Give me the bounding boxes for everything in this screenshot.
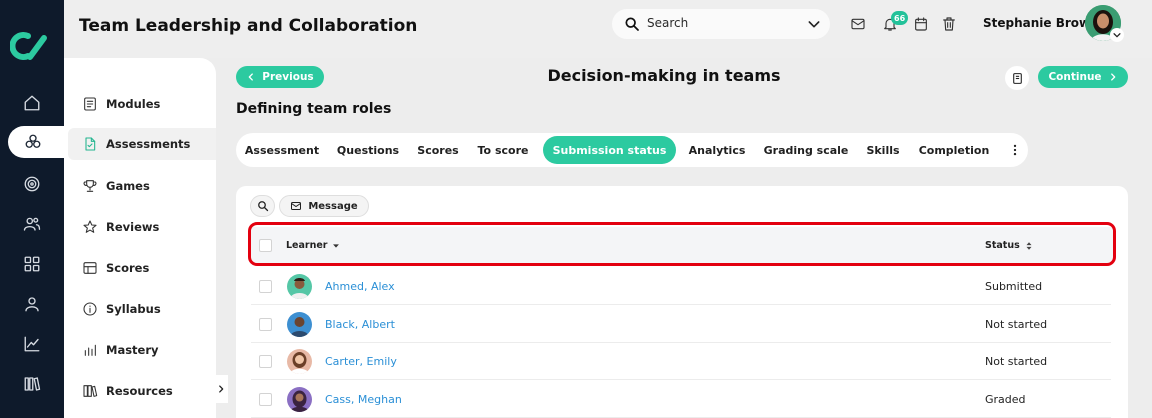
search-button[interactable] [250, 195, 275, 217]
chart-icon[interactable] [20, 332, 44, 356]
tab-skills[interactable]: Skills [862, 136, 904, 164]
avatar [287, 387, 312, 412]
search-box[interactable]: Search [612, 9, 830, 39]
avatar [287, 274, 312, 299]
table-row[interactable]: Cass, Meghan Graded [251, 381, 1111, 418]
tab-assessment[interactable]: Assessment [242, 136, 322, 164]
row-checkbox[interactable] [259, 393, 272, 406]
sidebar-item-label: Resources [106, 384, 173, 398]
sidebar-item-modules[interactable]: Modules [68, 88, 216, 120]
course-sidebar: Modules Assessments Games Reviews Scores… [64, 58, 216, 418]
submission-status: Not started [985, 318, 1048, 331]
section-title: Defining team roles [236, 101, 392, 117]
row-checkbox[interactable] [259, 318, 272, 331]
sidebar-item-assessments[interactable]: Assessments [68, 128, 216, 160]
home-icon[interactable] [20, 91, 44, 115]
row-checkbox[interactable] [259, 355, 272, 368]
chevron-down-icon[interactable] [806, 16, 822, 32]
sidebar-item-label: Assessments [106, 137, 191, 151]
book-icon [1012, 72, 1022, 84]
tab-submission-status[interactable]: Submission status [543, 136, 676, 164]
tab-to-score[interactable]: To score [472, 136, 534, 164]
more-options-icon[interactable] [1006, 141, 1024, 159]
sidebar-item-resources[interactable]: Resources [68, 375, 216, 407]
modules-icon [84, 97, 96, 111]
message-button[interactable]: Message [279, 195, 369, 217]
tab-grading-scale[interactable]: Grading scale [758, 136, 854, 164]
row-checkbox[interactable] [259, 280, 272, 293]
learner-name-link[interactable]: Carter, Emily [325, 355, 397, 368]
user-name[interactable]: Stephanie Brown [983, 16, 1099, 30]
avatar [287, 312, 312, 337]
tab-questions[interactable]: Questions [332, 136, 404, 164]
assessment-icon [85, 137, 96, 151]
sidebar-item-label: Games [106, 179, 150, 193]
app-title: Team Leadership and Collaboration [79, 16, 418, 36]
avatar [287, 349, 312, 374]
continue-button[interactable]: Continue [1038, 66, 1128, 88]
brand-logo[interactable] [10, 30, 50, 62]
learner-name-link[interactable]: Cass, Meghan [325, 393, 402, 406]
chevron-right-icon [219, 385, 224, 393]
target-icon[interactable] [20, 172, 44, 196]
table-row[interactable]: Black, Albert Not started [251, 306, 1111, 343]
chevron-right-icon [1110, 73, 1115, 81]
tab-analytics[interactable]: Analytics [684, 136, 750, 164]
grid-icon[interactable] [20, 252, 44, 276]
star-icon [83, 220, 97, 233]
sidebar-item-games[interactable]: Games [68, 170, 216, 202]
scores-icon [83, 262, 97, 274]
learner-name-link[interactable]: Ahmed, Alex [325, 280, 395, 293]
previous-label: Previous [262, 71, 314, 83]
mail-icon[interactable] [850, 16, 868, 34]
chevron-down-icon[interactable] [1110, 28, 1124, 42]
chevron-left-icon [248, 73, 254, 81]
search-input[interactable]: Search [647, 16, 688, 30]
continue-label: Continue [1048, 71, 1102, 83]
info-icon [83, 302, 97, 316]
trophy-icon [83, 180, 97, 192]
submission-status: Graded [985, 393, 1026, 406]
sidebar-item-syllabus[interactable]: Syllabus [68, 293, 216, 325]
network-icon [25, 134, 41, 148]
tab-completion[interactable]: Completion [912, 136, 996, 164]
people-icon[interactable] [20, 212, 44, 236]
sidebar-item-label: Syllabus [106, 302, 161, 316]
learner-name-link[interactable]: Black, Albert [325, 318, 395, 331]
sidebar-item-scores[interactable]: Scores [68, 252, 216, 284]
sidebar-item-reviews[interactable]: Reviews [68, 211, 216, 243]
bars-icon [84, 344, 96, 356]
library-icon[interactable] [20, 372, 44, 396]
sidebar-item-mastery[interactable]: Mastery [68, 334, 216, 366]
page-title: Decision-making in teams [547, 66, 781, 85]
search-icon [257, 201, 268, 212]
sidebar-toggle[interactable] [214, 375, 228, 403]
sidebar-item-label: Mastery [106, 343, 159, 357]
icon-rail [0, 0, 70, 418]
trash-icon[interactable] [941, 16, 959, 34]
message-label: Message [308, 200, 358, 212]
sidebar-item-label: Modules [106, 97, 161, 111]
submission-status: Not started [985, 355, 1048, 368]
user-icon[interactable] [20, 292, 44, 316]
highlight-box [248, 222, 1116, 266]
previous-button[interactable]: Previous [236, 66, 324, 88]
table-row[interactable]: Ahmed, Alex Submitted [251, 268, 1111, 305]
table-row[interactable]: Carter, Emily Not started [251, 343, 1111, 380]
sidebar-item-label: Reviews [106, 220, 160, 234]
assessment-tabs: Assessment Questions Scores To score Sub… [236, 133, 1028, 167]
search-icon [625, 17, 639, 31]
book-button[interactable] [1005, 66, 1029, 90]
submission-status: Submitted [985, 280, 1043, 293]
tab-scores[interactable]: Scores [412, 136, 464, 164]
books-icon [83, 385, 98, 397]
notification-badge: 66 [891, 11, 909, 25]
rail-item-courses[interactable] [8, 126, 70, 158]
calendar-icon[interactable] [913, 16, 931, 34]
mail-icon [291, 202, 302, 210]
sidebar-item-label: Scores [106, 261, 150, 275]
